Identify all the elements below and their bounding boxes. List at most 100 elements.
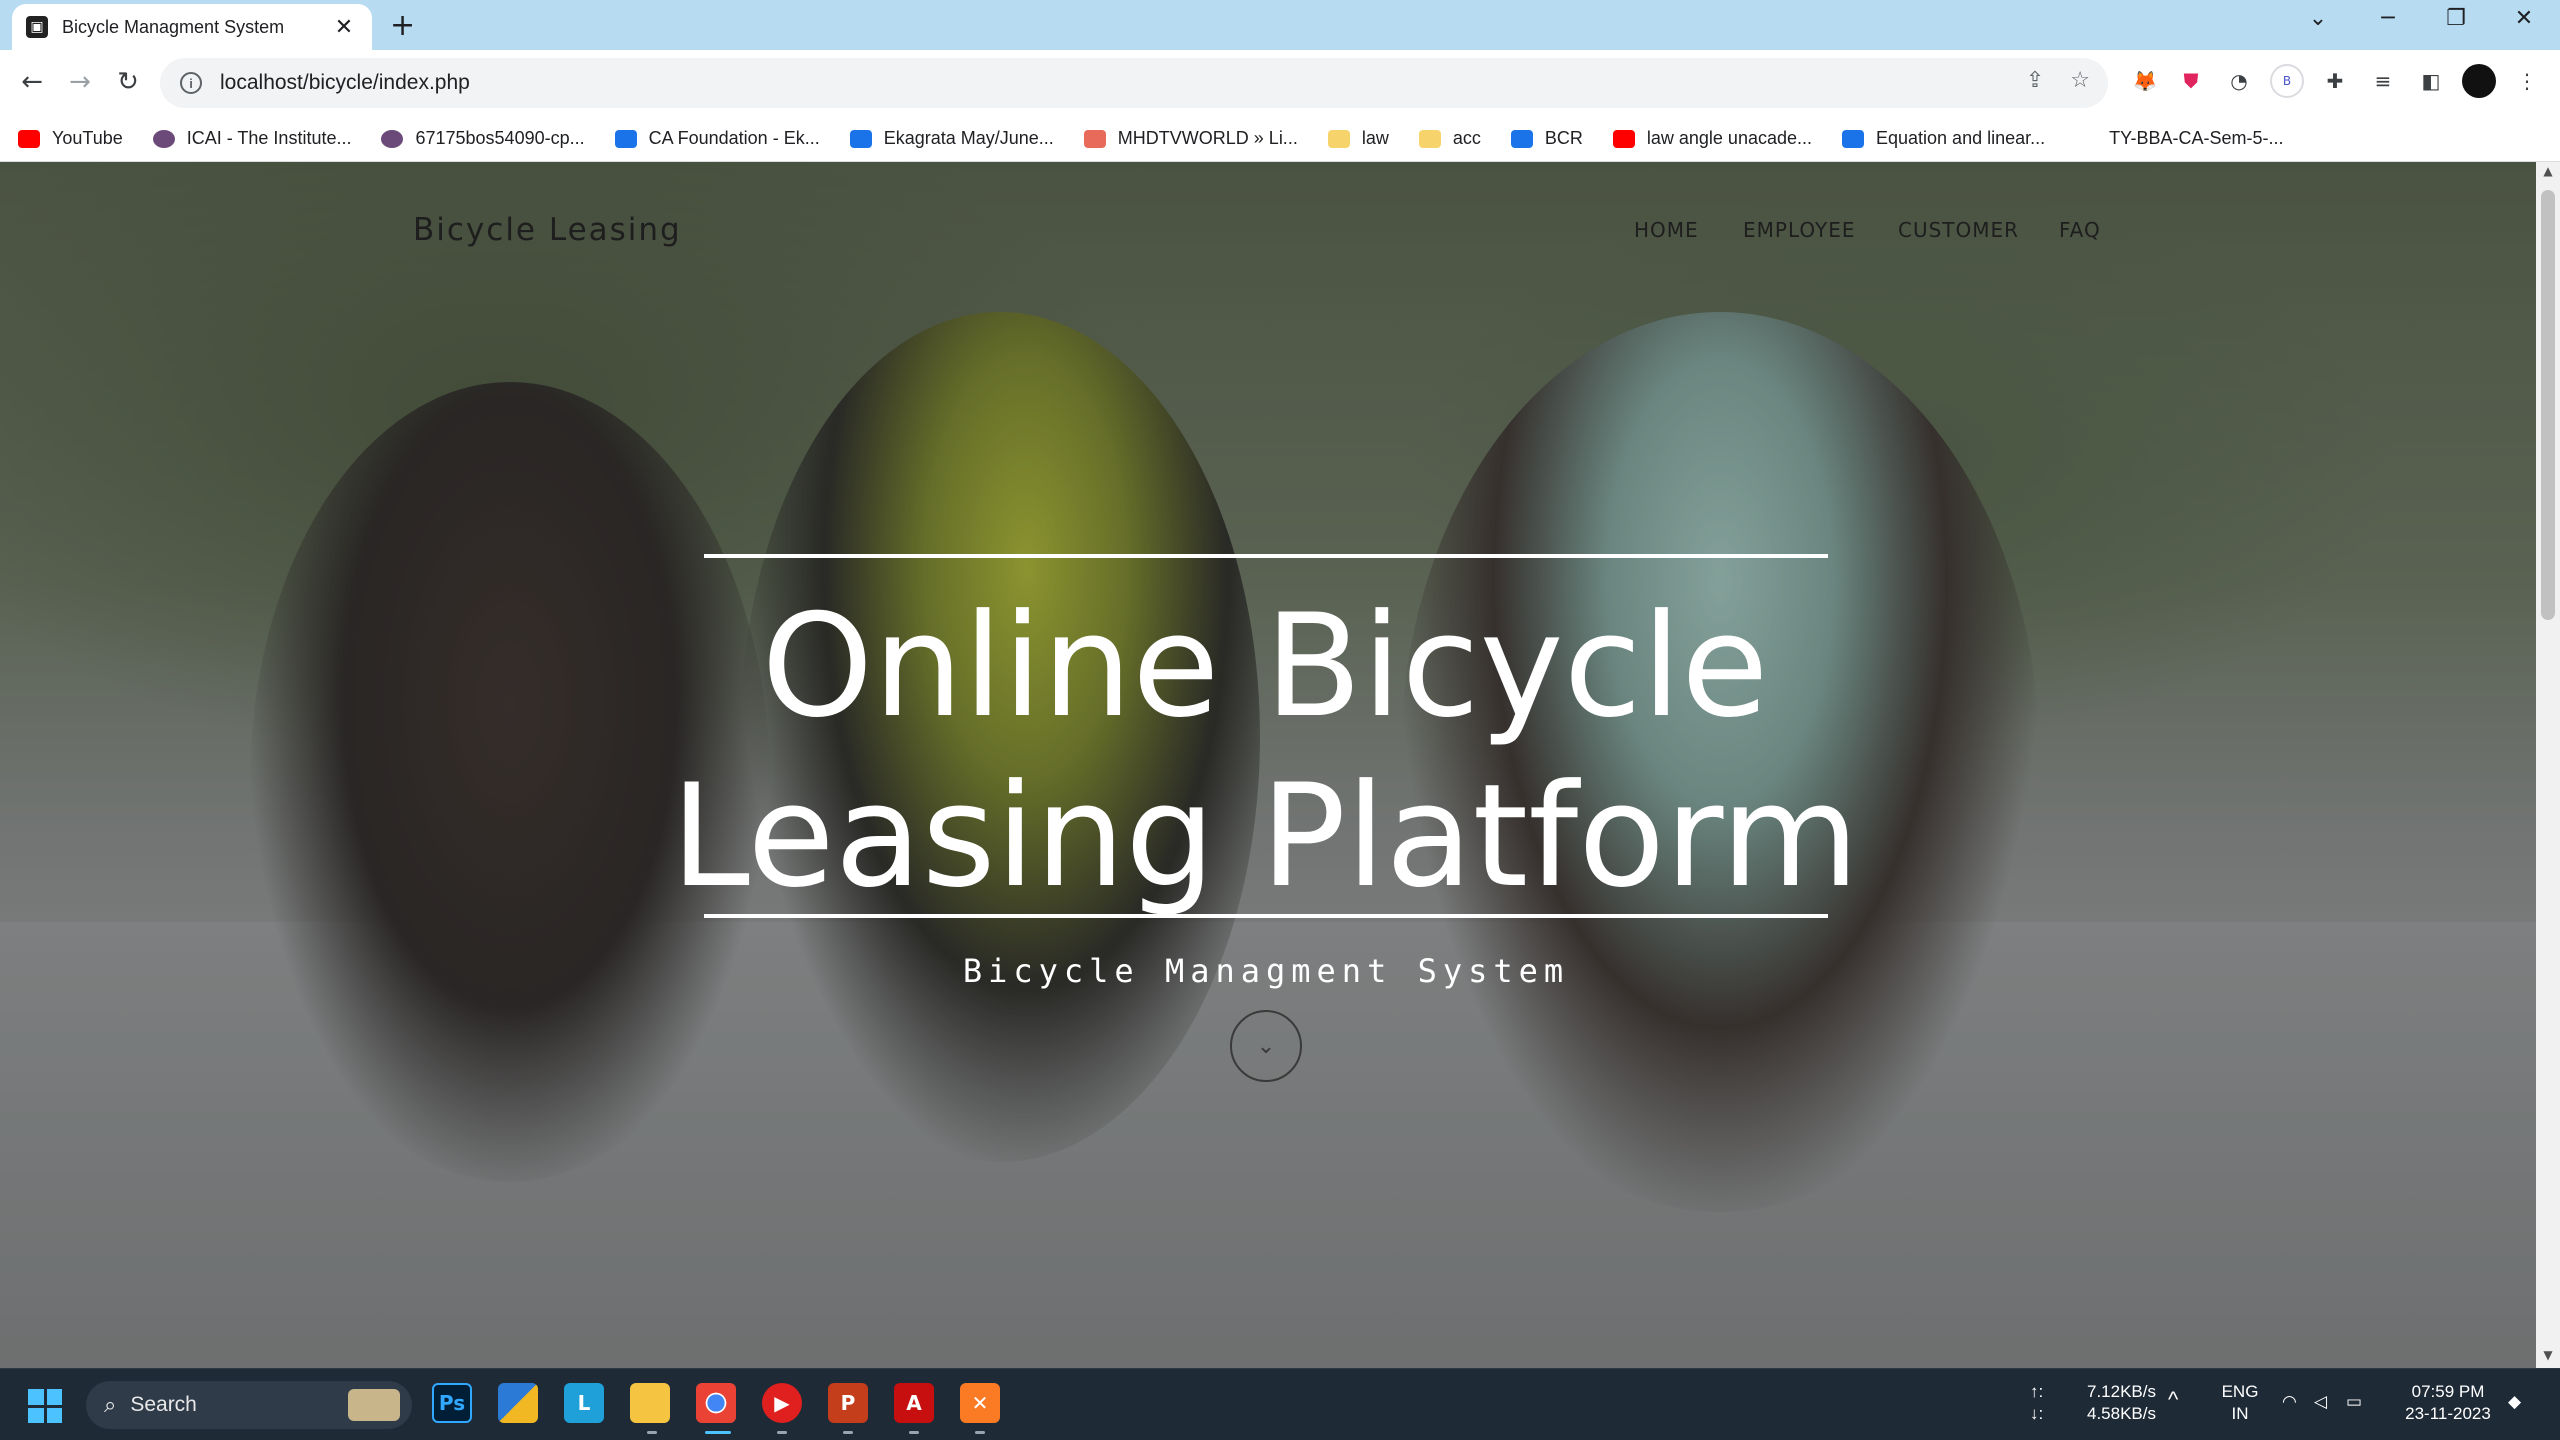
browser-tab[interactable]: ▣ Bicycle Managment System ✕ [12, 4, 372, 50]
folder-icon [1418, 129, 1441, 148]
widgets-app-icon[interactable] [498, 1383, 538, 1423]
bookmark-folder[interactable]: law [1327, 128, 1389, 149]
bookmark-item[interactable]: YouTube [18, 128, 123, 149]
new-tab-button[interactable]: + [390, 8, 415, 43]
nav-employee[interactable]: EMPLOYEE [1743, 218, 1856, 242]
upload-speed: 7.12KB/s [2087, 1382, 2156, 1401]
profile-avatar[interactable] [2462, 64, 2496, 98]
language-indicator[interactable]: ENG IN [2212, 1381, 2268, 1425]
notification-bell-icon[interactable]: ◆ [2508, 1391, 2521, 1413]
scroll-down-arrow-icon[interactable]: ▼ [2536, 1348, 2560, 1368]
windows-start-icon[interactable] [28, 1389, 62, 1423]
app-active-indicator [705, 1431, 731, 1434]
bookmark-item[interactable]: BCR [1510, 128, 1583, 149]
bookmark-favicon-icon [1842, 129, 1864, 148]
bookmark-favicon-icon [2075, 129, 2098, 148]
youtube-music-icon[interactable]: ▶ [762, 1383, 802, 1423]
browser-toolbar: ← → ↻ i localhost/bicycle/index.php ⇪ ☆ … [0, 50, 2560, 116]
battery-icon[interactable]: ▭ [2346, 1391, 2362, 1413]
clock-time: 07:59 PM [2411, 1382, 2485, 1401]
folder-icon [1327, 129, 1350, 148]
app-running-indicator [777, 1431, 787, 1434]
clock[interactable]: 07:59 PM 23-11-2023 [2396, 1381, 2500, 1425]
hero-title-line-2: Leasing Platform [670, 754, 1860, 919]
tab-title: Bicycle Managment System [62, 16, 285, 37]
extensions-puzzle-icon[interactable]: ✚ [2318, 64, 2352, 98]
page-viewport: Bicycle Leasing HOME EMPLOYEE CUSTOMER F… [0, 162, 2536, 1368]
page-scrollbar[interactable]: ▲ ▼ [2536, 162, 2560, 1368]
bookmark-item[interactable]: MHDTVWORLD » Li... [1083, 128, 1298, 149]
xampp-app-icon[interactable]: ✕ [960, 1383, 1000, 1423]
bookmark-favicon-icon [1083, 129, 1106, 148]
bookmark-item[interactable]: ICAI - The Institute... [152, 128, 351, 149]
site-brand[interactable]: Bicycle Leasing [413, 212, 682, 248]
windows-taskbar: ⌕ Search Ps L ▶ P A ✕ ↑: ↓: 7.12KB/s 4.5… [0, 1368, 2560, 1440]
chrome-app-icon[interactable] [696, 1383, 736, 1423]
chevron-down-icon: ⌄ [1256, 1033, 1276, 1059]
app-running-indicator [843, 1431, 853, 1434]
powerpoint-app-icon[interactable]: P [828, 1383, 868, 1423]
address-bar[interactable]: i localhost/bicycle/index.php ⇪ ☆ [160, 58, 2108, 108]
photoshop-app-icon[interactable]: Ps [432, 1383, 472, 1423]
side-panel-icon[interactable]: ◧ [2414, 64, 2448, 98]
speed-extension-icon[interactable]: ◔ [2222, 64, 2256, 98]
taskbar-search-label: Search [130, 1393, 197, 1416]
app-running-indicator [909, 1431, 919, 1434]
hero-title-line-1: Online Bicycle [761, 584, 1769, 749]
wifi-icon[interactable]: ◠ [2282, 1391, 2297, 1413]
close-window-button[interactable]: ✕ [2504, 6, 2544, 31]
network-speed-labels: ↑: ↓: [2030, 1382, 2044, 1423]
back-button[interactable]: ← [12, 62, 52, 102]
bookmark-item[interactable]: law angle unacade... [1612, 128, 1812, 149]
file-explorer-icon[interactable] [630, 1383, 670, 1423]
nav-customer[interactable]: CUSTOMER [1898, 218, 2019, 242]
app-running-indicator [647, 1431, 657, 1434]
tray-chevron-icon[interactable]: ^ [2168, 1389, 2178, 1411]
forward-button[interactable]: → [60, 62, 100, 102]
acrobat-app-icon[interactable]: A [894, 1383, 934, 1423]
scrollbar-thumb[interactable] [2541, 190, 2555, 620]
browser-title-bar: ▣ Bicycle Managment System ✕ + ⌄ ─ ❐ ✕ [0, 0, 2560, 50]
bookmark-favicon-icon [849, 129, 872, 148]
nav-home[interactable]: HOME [1634, 218, 1699, 242]
bookmark-favicon-icon [18, 129, 40, 148]
l-app-icon[interactable]: L [564, 1383, 604, 1423]
metamask-extension-icon[interactable]: 🦊 [2128, 64, 2162, 98]
volume-icon[interactable]: ◁ [2314, 1391, 2327, 1413]
scroll-down-button[interactable]: ⌄ [1230, 1010, 1302, 1082]
url-text[interactable]: localhost/bicycle/index.php [220, 71, 470, 95]
bookmark-item[interactable]: TY-BBA-CA-Sem-5-... [2075, 128, 2284, 149]
hero-title: Online Bicycle Leasing Platform [560, 582, 1970, 922]
media-queue-icon[interactable]: ≡ [2366, 64, 2400, 98]
minimize-button[interactable]: ─ [2368, 6, 2408, 31]
clock-date: 23-11-2023 [2405, 1404, 2491, 1423]
menu-kebab-icon[interactable]: ⋮ [2510, 64, 2544, 98]
bookmark-item[interactable]: CA Foundation - Ek... [614, 128, 820, 149]
download-speed: 4.58KB/s [2087, 1404, 2156, 1423]
bookmark-favicon-icon [1510, 129, 1533, 148]
bookmark-item[interactable]: Ekagrata May/June... [849, 128, 1054, 149]
profile-b-extension-icon[interactable]: B [2270, 64, 2304, 98]
scroll-up-arrow-icon[interactable]: ▲ [2536, 164, 2560, 184]
bookmark-favicon-icon [1612, 129, 1635, 148]
bookmark-item[interactable]: Equation and linear... [1842, 128, 2045, 149]
hero-divider-top [704, 554, 1828, 558]
hero-divider-bottom [704, 914, 1828, 918]
share-icon[interactable]: ⇪ [2026, 68, 2044, 93]
search-icon: ⌕ [104, 1392, 117, 1418]
nav-faq[interactable]: FAQ [2059, 218, 2101, 242]
bookmark-favicon-icon [381, 129, 404, 148]
shield-extension-icon[interactable]: ⛊ [2174, 64, 2208, 98]
tab-close-icon[interactable]: ✕ [330, 15, 358, 40]
bookmark-star-icon[interactable]: ☆ [2070, 68, 2090, 93]
network-speed-values: 7.12KB/s 4.58KB/s [2076, 1381, 2156, 1425]
bookmark-folder[interactable]: acc [1418, 128, 1481, 149]
taskbar-search-box[interactable]: ⌕ Search [86, 1381, 412, 1429]
search-highlight-icon [348, 1389, 400, 1421]
reload-button[interactable]: ↻ [108, 62, 148, 102]
tab-search-dropdown-icon[interactable]: ⌄ [2298, 6, 2338, 31]
bookmark-item[interactable]: 67175bos54090-cp... [381, 128, 585, 149]
site-info-icon[interactable]: i [180, 72, 202, 94]
app-running-indicator [975, 1431, 985, 1434]
restore-button[interactable]: ❐ [2436, 6, 2476, 31]
